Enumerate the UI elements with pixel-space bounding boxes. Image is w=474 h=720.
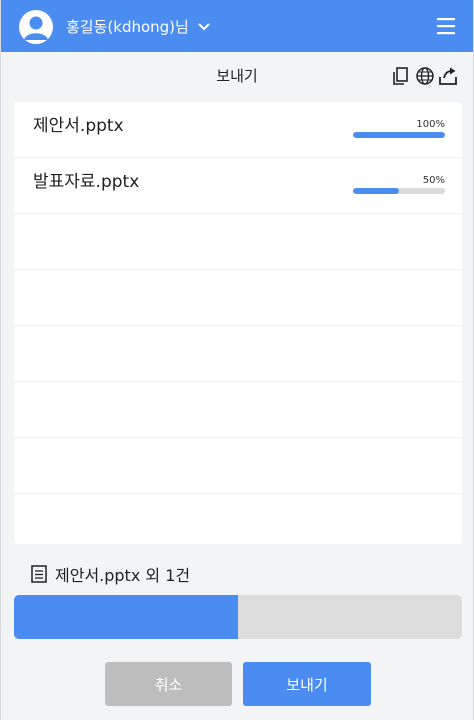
user-name[interactable]: 홍길동(kdhong)님	[66, 17, 189, 37]
upload-icon[interactable]	[438, 66, 458, 86]
hamburger-menu-icon[interactable]	[434, 14, 458, 38]
copy-icon[interactable]	[391, 66, 411, 86]
file-name: 제안서.pptx	[33, 116, 124, 136]
document-icon	[31, 565, 47, 587]
file-list: 제안서.pptx 100% 발표자료.pptx 50%	[14, 102, 462, 544]
send-button[interactable]: 보내기	[243, 662, 371, 706]
summary-text: 제안서.pptx 외 1건	[55, 566, 191, 585]
transfer-summary: 제안서.pptx 외 1건	[31, 565, 190, 587]
user-avatar-icon[interactable]	[19, 10, 53, 44]
empty-row	[14, 214, 462, 270]
chevron-down-icon[interactable]	[197, 19, 211, 33]
globe-icon[interactable]	[415, 66, 435, 86]
file-row[interactable]: 제안서.pptx 100%	[14, 102, 462, 158]
empty-row	[14, 270, 462, 326]
send-dialog: 홍길동(kdhong)님 보내기 제안서.pptx 100% 발표자료.pptx…	[0, 0, 474, 720]
empty-row	[14, 494, 462, 544]
file-progress-bar	[353, 132, 445, 138]
file-progress-bar	[353, 188, 445, 194]
overall-progress-bar	[14, 595, 462, 639]
empty-row	[14, 326, 462, 382]
file-progress-label: 50%	[422, 175, 445, 186]
empty-row	[14, 438, 462, 494]
file-progress-label: 100%	[416, 119, 445, 130]
cancel-button[interactable]: 취소	[105, 662, 232, 706]
file-progress-fill	[353, 132, 445, 138]
app-header: 홍길동(kdhong)님	[1, 0, 473, 52]
overall-progress-fill	[14, 595, 238, 639]
file-name: 발표자료.pptx	[33, 172, 140, 192]
empty-row	[14, 382, 462, 438]
file-progress-fill	[353, 188, 399, 194]
file-row[interactable]: 발표자료.pptx 50%	[14, 158, 462, 214]
